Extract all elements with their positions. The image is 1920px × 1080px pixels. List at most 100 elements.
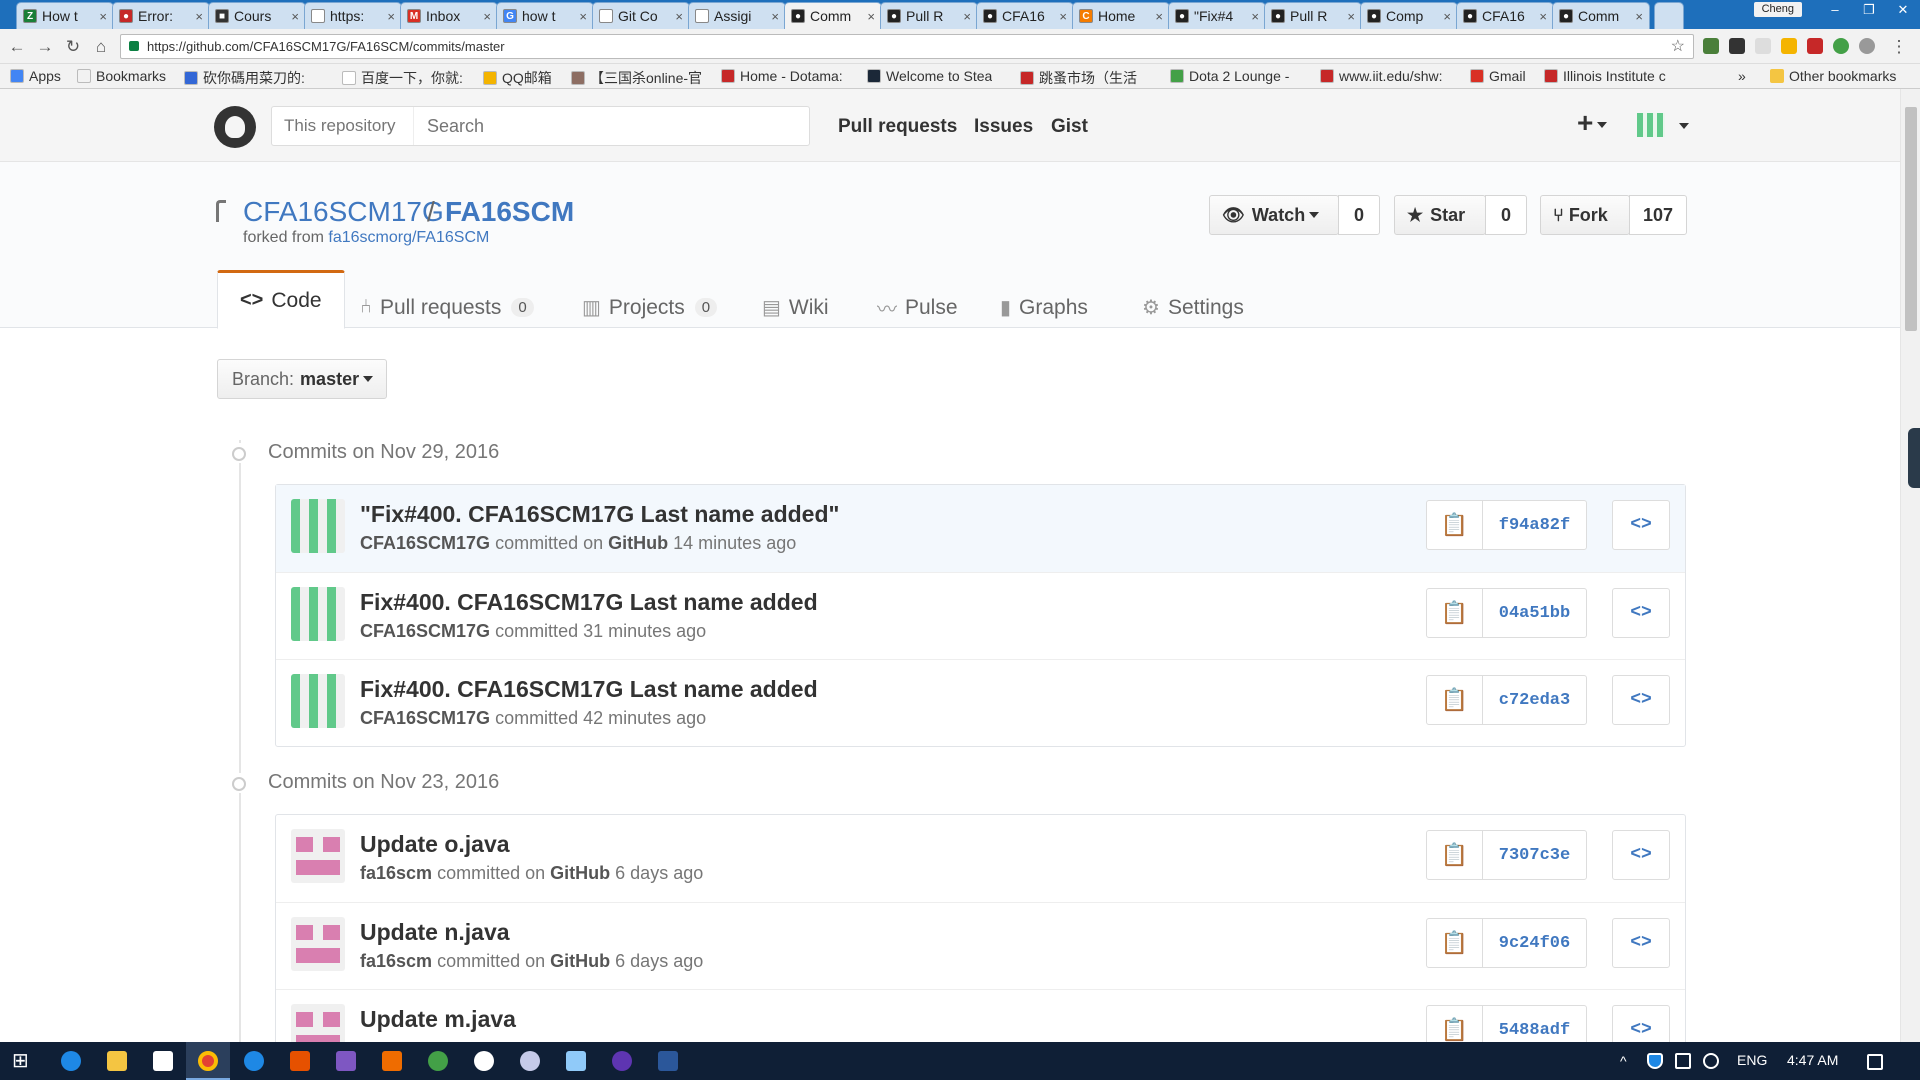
tab-close-icon[interactable]: × [867,9,875,24]
repo-owner-link[interactable]: CFA16SCM17G [243,196,444,228]
browser-tab[interactable]: ● CFA16 × [976,2,1074,29]
copy-sha-button[interactable]: 📋 [1426,500,1483,550]
browser-tab[interactable]: M Inbox × [400,2,498,29]
restore-icon[interactable]: ❐ [1852,0,1886,20]
app-icon[interactable] [612,1051,632,1071]
extension-icon[interactable] [1833,38,1849,54]
tab-graphs[interactable]: ▮ Graphs [1000,287,1088,328]
commit-sha-link[interactable]: 7307c3e [1482,830,1587,880]
browser-tab[interactable]: ● Error: × [112,2,210,29]
tab-close-icon[interactable]: × [963,9,971,24]
github-logo-icon[interactable] [214,106,256,148]
star-count[interactable]: 0 [1485,195,1527,235]
forked-from-link[interactable]: fa16scmorg/FA16SCM [328,229,489,246]
browser-tab[interactable]: Assigi × [688,2,786,29]
visual-studio-icon[interactable] [336,1051,356,1071]
browse-files-button[interactable]: <> [1612,918,1670,968]
bookmark-item[interactable]: www.iit.edu/shw: [1320,68,1442,84]
bookmark-item[interactable]: Home - Dotama: [721,68,843,84]
commit-title[interactable]: Update m.java [360,1006,516,1033]
tab-projects[interactable]: ▥ Projects 0 [582,287,718,328]
bookmark-item[interactable]: 跳蚤市场（生活 [1020,68,1137,88]
tab-close-icon[interactable]: × [1635,9,1643,24]
browser-tab[interactable]: ● "Fix#4 × [1168,2,1266,29]
app-icon[interactable] [520,1051,540,1071]
watch-button[interactable]: 👁 Watch [1209,195,1339,235]
file-explorer-icon[interactable] [107,1051,127,1071]
commit-author[interactable]: CFA16SCM17G [360,621,490,641]
bookmark-item[interactable]: QQ邮箱 [483,68,552,88]
commit-sha-link[interactable]: 9c24f06 [1482,918,1587,968]
commit-author[interactable]: CFA16SCM17G [360,533,490,553]
tab-settings[interactable]: ⚙ Settings [1142,287,1244,328]
bookmark-item[interactable]: 百度一下，你就: [342,68,463,88]
network-icon[interactable] [1675,1053,1691,1069]
other-bookmarks-folder[interactable]: Other bookmarks [1770,68,1896,84]
fork-count[interactable]: 107 [1629,195,1687,235]
tab-close-icon[interactable]: × [1059,9,1067,24]
tab-close-icon[interactable]: × [1539,9,1547,24]
browser-profile-button[interactable]: Cheng [1753,2,1802,17]
commit-author[interactable]: fa16scm [360,951,432,971]
bookmark-item[interactable]: 砍你碼用菜刀的: [184,68,305,88]
tab-close-icon[interactable]: × [1251,9,1259,24]
copy-sha-button[interactable]: 📋 [1426,830,1483,880]
search-box[interactable]: This repository [271,106,810,146]
tab-pull-requests[interactable]: ⑃ Pull requests 0 [360,287,534,328]
browser-tab[interactable]: ■ Cours × [208,2,306,29]
chevron-down-icon[interactable] [1679,123,1689,129]
tab-wiki[interactable]: ▤ Wiki [762,287,829,328]
browser-tab[interactable]: Ghow t × [496,2,594,29]
copy-sha-button[interactable]: 📋 [1426,918,1483,968]
notifications-icon[interactable] [1867,1054,1883,1070]
extension-icon[interactable] [1781,38,1797,54]
bookmark-item[interactable]: 【三国杀online-官 [571,68,702,88]
address-bar[interactable]: https://github.com/CFA16SCM17G/FA16SCM/c… [120,34,1694,59]
browser-tab[interactable]: C Home × [1072,2,1170,29]
create-new-button[interactable]: + [1577,107,1608,139]
tab-code[interactable]: <> Code [217,270,345,329]
tab-close-icon[interactable]: × [1155,9,1163,24]
tab-close-icon[interactable]: × [579,9,587,24]
extension-icon[interactable] [1755,38,1771,54]
browser-tab[interactable]: ● Comm × [1552,2,1650,29]
volume-icon[interactable] [1703,1053,1719,1069]
extension-icon[interactable] [1807,38,1823,54]
nav-gist[interactable]: Gist [1051,116,1088,138]
commit-author[interactable]: fa16scm [360,863,432,883]
reload-icon[interactable]: ↻ [62,36,84,58]
tab-close-icon[interactable]: × [483,9,491,24]
commit-title[interactable]: Fix#400. CFA16SCM17G Last name added [360,676,818,703]
commit-title[interactable]: Update o.java [360,831,510,858]
extension-icon[interactable] [1703,38,1719,54]
more-bookmarks-button[interactable]: » [1738,68,1746,84]
minimize-icon[interactable]: – [1818,0,1852,20]
edge-icon[interactable] [61,1051,81,1071]
star-button[interactable]: ★ Star [1394,195,1486,235]
input-language[interactable]: ENG [1737,1052,1767,1068]
word-icon[interactable] [658,1051,678,1071]
commit-author[interactable]: CFA16SCM17G [360,708,490,728]
commit-title[interactable]: Fix#400. CFA16SCM17G Last name added [360,589,818,616]
tab-close-icon[interactable]: × [675,9,683,24]
tab-close-icon[interactable]: × [387,9,395,24]
home-icon[interactable]: ⌂ [90,36,112,58]
commit-sha-link[interactable]: f94a82f [1482,500,1587,550]
browser-tab[interactable]: Git Co × [592,2,690,29]
bookmark-item[interactable]: Apps [10,68,61,84]
browse-files-button[interactable]: <> [1612,830,1670,880]
user-avatar[interactable] [1637,113,1665,137]
app-icon[interactable] [290,1051,310,1071]
tab-close-icon[interactable]: × [1347,9,1355,24]
app-icon[interactable] [244,1051,264,1071]
bookmark-item[interactable]: Illinois Institute c [1544,68,1666,84]
extension-icon[interactable] [1729,38,1745,54]
new-tab-button[interactable] [1654,2,1684,29]
tab-close-icon[interactable]: × [99,9,107,24]
author-avatar[interactable] [291,674,345,728]
browser-tab[interactable]: https: × [304,2,402,29]
commit-sha-link[interactable]: c72eda3 [1482,675,1587,725]
browse-files-button[interactable]: <> [1612,675,1670,725]
menu-icon[interactable]: ⋮ [1888,36,1910,58]
copy-sha-button[interactable]: 📋 [1426,588,1483,638]
